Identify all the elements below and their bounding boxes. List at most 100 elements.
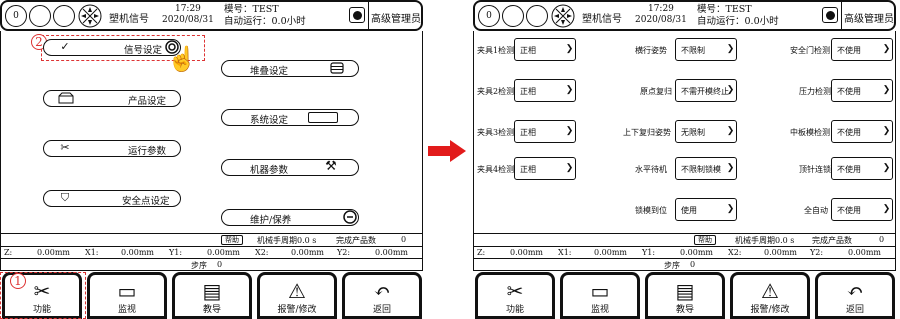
safety-door-value: 不使用 xyxy=(837,46,861,55)
ejector-interlock-select[interactable]: 不使用 ❯ xyxy=(831,157,893,180)
cycle-value: 0.0 s xyxy=(297,236,317,245)
right-screen: 0 塑机信号 17:29 2020/08/31 模号：TEST 自动运行：0.0… xyxy=(473,0,896,319)
cycle-value: 0.0 s xyxy=(775,236,795,245)
help-button[interactable]: 帮助 xyxy=(221,235,243,245)
cycle-label-text: 机械手周期 xyxy=(257,236,297,245)
top-status-bar: 0 塑机信号 17:29 2020/08/31 模号：TEST 自动运行：0.0… xyxy=(0,0,423,31)
full-auto-label: 全自动 xyxy=(804,206,828,215)
updown-return-posture-select[interactable]: 无限制 ❯ xyxy=(675,120,737,143)
user-role[interactable]: 高级管理员 xyxy=(371,10,421,25)
x1-label: X1: xyxy=(558,248,572,257)
user-role[interactable]: 高级管理员 xyxy=(844,10,894,25)
model-line: 模号：TEST xyxy=(224,4,279,15)
updown-return-posture-label: 上下复归姿势 xyxy=(623,128,671,137)
tab-teach[interactable]: ▤ 教导 xyxy=(645,272,725,319)
tab-back[interactable]: ↶ 返回 xyxy=(815,272,895,319)
product-settings-button[interactable]: 产品设定 xyxy=(43,90,181,107)
traverse-posture-label: 横行姿势 xyxy=(635,46,667,55)
middle-plate-select[interactable]: 不使用 ❯ xyxy=(831,120,893,143)
pressure-detect-label: 压力检测 xyxy=(799,87,831,96)
y1-label: Y1: xyxy=(169,248,183,257)
maintenance-label: 维护/保养 xyxy=(250,215,292,226)
tab-function-label: 功能 xyxy=(505,305,524,315)
mold-lock-select[interactable]: 使用 ❯ xyxy=(675,198,737,221)
machine-signal-label: 塑机信号 xyxy=(582,14,622,25)
finished-value: 0 xyxy=(401,235,407,244)
machine-params-button[interactable]: 机器参数 ⚒ xyxy=(221,159,359,176)
cycle-status-row: 帮助 机械手周期0.0 s 完成产品数 0 xyxy=(0,234,423,247)
signal-settings-panel: 夹具1检测 正相 ❯ 横行姿势 不限制 ❯ 安全门检测 不使用 ❯ 夹具2检测 正相 ❯… xyxy=(473,31,896,234)
tools-icon: ✂ xyxy=(506,279,524,303)
signal-settings-label: 信号设定 xyxy=(124,45,163,56)
clamp1-detect-select[interactable]: 正相 ❯ xyxy=(514,38,576,61)
indicator-circle-1 xyxy=(29,5,51,27)
tab-back[interactable]: ↶ 返回 xyxy=(342,272,422,319)
clamp4-detect-select[interactable]: 正相 ❯ xyxy=(514,157,576,180)
horizontal-standby-label: 水平待机 xyxy=(635,165,667,174)
clamp3-detect-select[interactable]: 正相 ❯ xyxy=(514,120,576,143)
x1-value: 0.00mm xyxy=(121,248,154,257)
clamp4-detect-label: 夹具4检测 xyxy=(477,165,515,174)
cabinet-icon: ▤ xyxy=(202,279,222,303)
pressure-detect-select[interactable]: 不使用 ❯ xyxy=(831,79,893,102)
tab-monitor-label: 监视 xyxy=(590,305,609,315)
chevron-down-icon: ❯ xyxy=(565,85,574,95)
divider xyxy=(368,2,369,29)
step-label: 步序 xyxy=(191,261,207,270)
tab-monitor[interactable]: ▭ 监视 xyxy=(87,272,167,319)
cycle-label: 机械手周期0.0 s xyxy=(257,235,316,246)
origin-return-value: 不需开模终止 xyxy=(681,87,729,96)
safety-point-button[interactable]: ⛉ 安全点设定 xyxy=(43,190,181,207)
clock: 17:29 2020/08/31 xyxy=(162,4,214,26)
warning-icon: ⚠ xyxy=(761,279,779,303)
monitor-icon: ▭ xyxy=(590,279,610,303)
mold-lock-label: 锁模到位 xyxy=(635,206,667,215)
tab-alarm[interactable]: ⚠ 报警/修改 xyxy=(730,272,810,319)
clock-time: 17:29 xyxy=(647,4,674,14)
tab-alarm[interactable]: ⚠ 报警/修改 xyxy=(257,272,337,319)
database-icon xyxy=(330,62,344,74)
full-auto-select[interactable]: 不使用 ❯ xyxy=(831,198,893,221)
y1-label: Y1: xyxy=(642,248,656,257)
clock-date: 2020/08/31 xyxy=(635,15,687,25)
cycle-label: 机械手周期0.0 s xyxy=(735,235,794,246)
traverse-posture-select[interactable]: 不限制 ❯ xyxy=(675,38,737,61)
stop-button[interactable] xyxy=(822,7,838,23)
stop-button[interactable] xyxy=(349,7,365,23)
help-button[interactable]: 帮助 xyxy=(694,235,716,245)
origin-return-select[interactable]: 不需开模终止 ❯ xyxy=(675,79,737,102)
right-arrow-icon xyxy=(428,140,466,162)
finished-label: 完成产品数 xyxy=(812,236,852,245)
x2-value: 0.00mm xyxy=(291,248,324,257)
run-params-button[interactable]: ✂ 运行参数 xyxy=(43,140,181,157)
check-icon: ✓ xyxy=(60,40,70,53)
tab-monitor[interactable]: ▭ 监视 xyxy=(560,272,640,319)
pressure-detect-value: 不使用 xyxy=(837,87,861,96)
mold-lock-value: 使用 xyxy=(681,206,697,215)
maintenance-button[interactable]: 维护/保养 xyxy=(221,209,359,226)
warning-icon: ⚠ xyxy=(288,279,306,303)
updown-return-posture-value: 无限制 xyxy=(681,128,705,137)
x2-label: X2: xyxy=(728,248,742,257)
tab-teach[interactable]: ▤ 教导 xyxy=(172,272,252,319)
chevron-down-icon: ❯ xyxy=(726,85,735,95)
model-info: 模号：TEST 自动运行：0.0小时 xyxy=(224,4,306,28)
stack-settings-button[interactable]: 堆叠设定 xyxy=(221,60,359,77)
safety-door-select[interactable]: 不使用 ❯ xyxy=(831,38,893,61)
step-value: 0 xyxy=(217,260,223,269)
chevron-down-icon: ❯ xyxy=(882,44,891,54)
divider xyxy=(841,2,842,29)
system-settings-button[interactable]: 系统设定 xyxy=(221,109,359,126)
tab-function[interactable]: ✂ 功能 xyxy=(475,272,555,319)
clamp1-detect-value: 正相 xyxy=(520,46,536,55)
function-menu-panel: 2 ✓ 信号设定 ☝ 堆叠设定 产品设定 系统设定 ✂ 运行参数 机器参数 ⚒ xyxy=(0,31,423,234)
signal-settings-button[interactable]: ✓ 信号设定 xyxy=(43,39,181,56)
tab-monitor-label: 监视 xyxy=(117,305,136,315)
chevron-down-icon: ❯ xyxy=(726,126,735,136)
tab-back-label: 返回 xyxy=(372,305,391,315)
auto-run-line: 自动运行：0.0小时 xyxy=(224,16,306,27)
horizontal-standby-select[interactable]: 不限制锁模 ❯ xyxy=(675,157,737,180)
clamp2-detect-select[interactable]: 正相 ❯ xyxy=(514,79,576,102)
step-value: 0 xyxy=(690,260,696,269)
chevron-down-icon: ❯ xyxy=(726,204,735,214)
